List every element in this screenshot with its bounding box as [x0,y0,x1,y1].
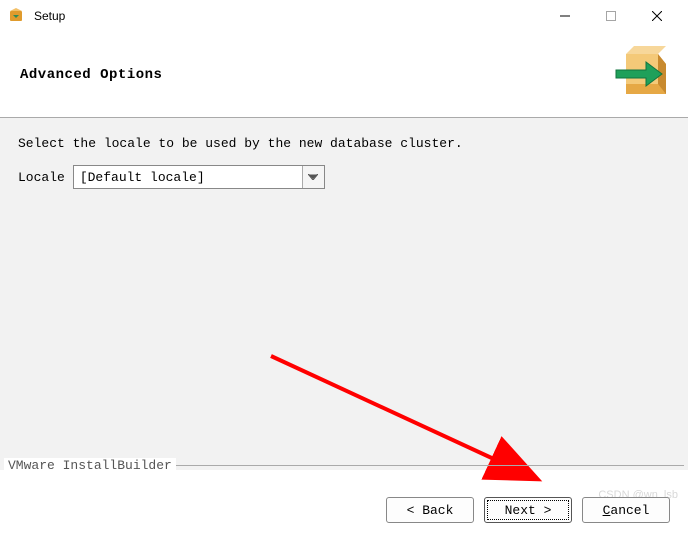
box-arrow-icon [608,40,672,104]
window-title: Setup [34,9,542,23]
locale-select[interactable]: [Default locale] [73,165,325,189]
back-button[interactable]: < Back [386,497,474,523]
maximize-button [588,1,634,31]
chevron-down-icon[interactable] [302,166,324,188]
instruction-text: Select the locale to be used by the new … [18,136,670,151]
next-button[interactable]: Next > [484,497,572,523]
window-controls [542,1,680,31]
cancel-button[interactable]: Cancel [582,497,670,523]
builder-label: VMware InstallBuilder [4,458,176,473]
footer-separator: VMware InstallBuilder [4,457,684,473]
locale-select-value: [Default locale] [74,170,302,185]
titlebar: Setup [0,0,688,32]
footer-buttons: < Back Next > Cancel [386,497,670,523]
minimize-button[interactable] [542,1,588,31]
header: Advanced Options [0,32,688,118]
locale-row: Locale [Default locale] [18,165,670,189]
page-title: Advanced Options [20,67,162,83]
app-icon [8,7,26,25]
close-button[interactable] [634,1,680,31]
locale-label: Locale [18,170,65,185]
content-area: Select the locale to be used by the new … [0,118,688,470]
separator-line [176,465,684,466]
